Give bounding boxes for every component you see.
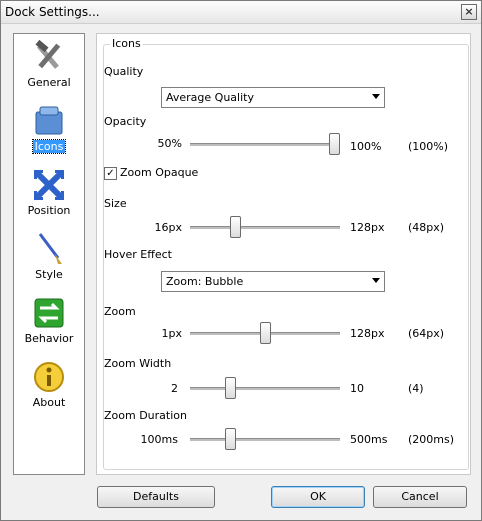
zoom-width-slider-track [190, 387, 340, 391]
close-button[interactable]: × [461, 4, 477, 20]
zoom-min: 1px [161, 327, 183, 340]
sidebar-item-icons[interactable]: Icons [14, 100, 84, 162]
icons-group: Icons Quality Average Quality Opacity 50… [103, 37, 469, 470]
sidebar-item-label: Behavior [24, 332, 74, 345]
arrows-icon [33, 169, 65, 201]
icons-icon [35, 106, 63, 135]
zoom-width-slider-thumb[interactable] [224, 377, 236, 399]
sidebar-item-behavior[interactable]: Behavior [14, 292, 84, 354]
opacity-max: 100% [350, 140, 382, 153]
settings-panel: Icons Quality Average Quality Opacity 50… [96, 33, 471, 475]
sidebar-item-label: Position [27, 204, 71, 217]
size-label: Size [104, 197, 127, 210]
sidebar-item-style[interactable]: Style [14, 228, 84, 290]
sidebar-item-label: Icons [31, 139, 67, 154]
sidebar-item-label: General [27, 76, 71, 89]
zoom-duration-max: 500ms [350, 433, 388, 446]
size-current: (48px) [408, 221, 445, 234]
size-slider-thumb[interactable] [230, 216, 242, 238]
chevron-down-icon [372, 278, 380, 283]
cancel-button[interactable]: Cancel [373, 486, 467, 508]
brush-icon [38, 233, 62, 264]
opacity-current: (100%) [408, 140, 449, 153]
zoom-current: (64px) [408, 327, 445, 340]
quality-select[interactable]: Average Quality [161, 87, 385, 108]
zoom-duration-label: Zoom Duration [104, 409, 187, 422]
ok-button[interactable]: OK [271, 486, 365, 508]
sidebar-item-general[interactable]: General [14, 36, 84, 98]
zoom-slider-thumb[interactable] [259, 322, 271, 344]
chevron-down-icon [372, 94, 380, 99]
zoom-opaque-label: Zoom Opaque [120, 166, 199, 179]
sidebar-item-about[interactable]: About [14, 356, 84, 418]
hover-effect-label: Hover Effect [104, 248, 172, 261]
sidebar-item-position[interactable]: Position [14, 164, 84, 226]
zoom-duration-current: (200ms) [408, 433, 455, 446]
quality-value: Average Quality [166, 91, 254, 104]
opacity-slider-track [190, 143, 340, 147]
quality-label: Quality [104, 65, 144, 78]
sidebar-item-label: Style [35, 268, 63, 281]
size-max: 128px [350, 221, 385, 234]
tools-icon [35, 40, 61, 69]
zoom-label: Zoom [104, 305, 136, 318]
hover-effect-select[interactable]: Zoom: Bubble [161, 271, 385, 292]
zoom-duration-slider-thumb[interactable] [224, 428, 236, 450]
sidebar-item-label: About [32, 396, 66, 409]
opacity-label: Opacity [104, 115, 147, 128]
size-min: 16px [154, 221, 183, 234]
sidebar: General Icons Position Style Behavior Ab… [13, 33, 85, 475]
exchange-icon [34, 298, 64, 328]
group-title: Icons [110, 37, 143, 50]
zoom-duration-min: 100ms [140, 433, 178, 446]
zoom-duration-slider-track [190, 438, 340, 442]
zoom-width-label: Zoom Width [104, 357, 172, 370]
zoom-width-min: 2 [171, 382, 178, 395]
opacity-slider-thumb[interactable] [329, 133, 340, 155]
zoom-max: 128px [350, 327, 385, 340]
zoom-width-current: (4) [408, 382, 424, 395]
zoom-width-max: 10 [350, 382, 364, 395]
size-slider-track [190, 226, 340, 230]
zoom-opaque-checkbox[interactable]: ✓ [104, 167, 117, 180]
window-title: Dock Settings... [5, 5, 100, 19]
opacity-min: 50% [157, 137, 182, 150]
title-bar: Dock Settings... × [1, 1, 481, 24]
dock-settings-window: Dock Settings... × General Icons Positio… [0, 0, 482, 521]
hover-effect-value: Zoom: Bubble [166, 275, 244, 288]
info-icon [34, 362, 64, 392]
defaults-button[interactable]: Defaults [97, 486, 215, 508]
